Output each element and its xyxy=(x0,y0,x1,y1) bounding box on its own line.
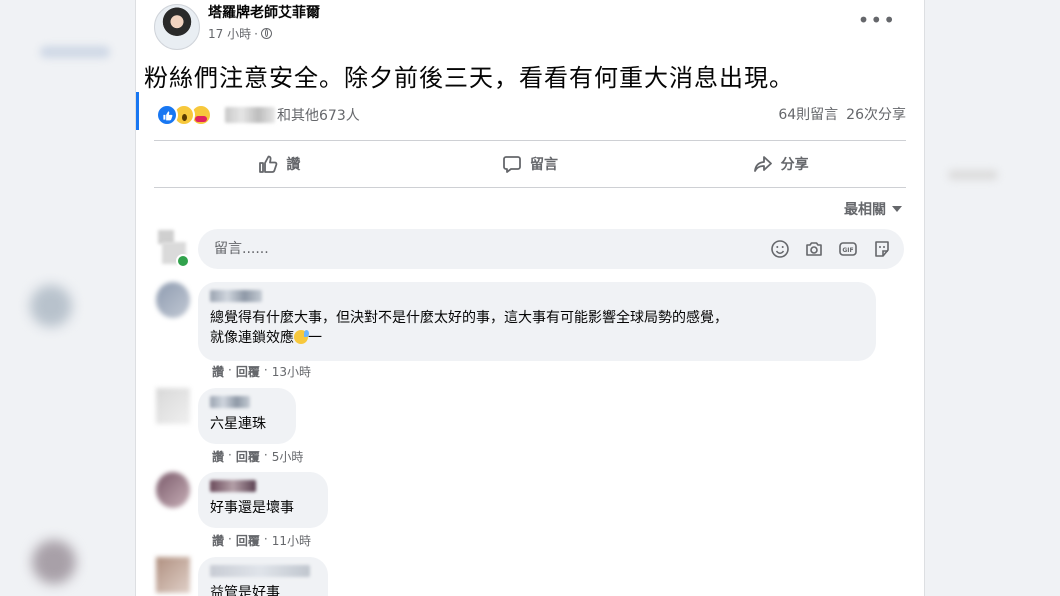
sort-label: 最相關 xyxy=(844,202,886,218)
action-separator: · xyxy=(263,363,268,377)
meta-separator: · xyxy=(254,26,258,41)
comment-like-button[interactable]: 讚 xyxy=(212,363,224,380)
post-text: 粉絲們注意安全。除夕前後三天，看看有何重大消息出現。 xyxy=(144,64,794,92)
more-options-button[interactable]: ••• xyxy=(858,8,896,32)
action-separator: · xyxy=(263,532,268,546)
like-reaction-icon xyxy=(156,104,178,126)
commenter-avatar[interactable] xyxy=(156,388,190,424)
action-separator: · xyxy=(228,532,232,546)
post-card: 塔羅牌老師艾菲爾 17 小時 · ••• 粉絲們注意安全。除夕前後三天，看看有何… xyxy=(135,0,925,596)
background-blur xyxy=(40,46,110,58)
comment-like-button[interactable]: 讚 xyxy=(212,448,224,465)
background-avatar-blur xyxy=(32,540,76,584)
comment-bubble: 六星連珠 xyxy=(198,388,296,444)
comment-bubble: 益管是好事 xyxy=(198,557,328,596)
like-button[interactable]: 讚 xyxy=(154,142,405,186)
reactions-summary[interactable]: 和其他673人 xyxy=(156,104,360,126)
comment-bubble-icon xyxy=(503,156,521,173)
thumbs-up-icon xyxy=(259,155,278,173)
commenter-name[interactable] xyxy=(210,565,310,577)
comment-actions: 讚 · 回覆 · 11小時 xyxy=(212,532,311,549)
commenter-name[interactable] xyxy=(210,396,250,408)
share-button[interactable]: 分享 xyxy=(655,142,906,186)
comment-text-tail: 一 xyxy=(308,330,322,346)
sweat-smile-emoji-icon xyxy=(294,330,309,344)
share-arrow-icon xyxy=(753,156,772,172)
emoji-icon[interactable] xyxy=(770,239,790,259)
svg-text:GIF: GIF xyxy=(842,247,853,254)
comment-reply-button[interactable]: 回覆 xyxy=(236,363,260,380)
comment-bubble: 好事還是壞事 xyxy=(198,472,328,528)
comment-text: 六星連珠 xyxy=(210,416,266,432)
comment-input[interactable] xyxy=(212,240,770,258)
post-stats: 64則留言 26次分享 xyxy=(778,104,906,124)
comment-actions: 讚 · 回覆 · 13小時 xyxy=(212,363,311,380)
current-user-avatar[interactable] xyxy=(156,230,190,268)
accent-bar xyxy=(136,92,139,130)
background-avatar-blur xyxy=(30,285,72,327)
comment-actions: 讚 · 回覆 · 5小時 xyxy=(212,448,303,465)
comments-count[interactable]: 64則留言 xyxy=(778,104,838,124)
comment-text: 總覺得有什麼大事，但決對不是什麼太好的事，這大事有可能影響全球局勢的感覺， 就像… xyxy=(210,308,864,348)
sticker-icon[interactable] xyxy=(872,239,892,259)
comment-sort-dropdown[interactable]: 最相關 xyxy=(844,199,902,219)
comment-time[interactable]: 13小時 xyxy=(272,363,311,380)
composer-tools: GIF xyxy=(770,239,904,259)
action-separator: · xyxy=(228,448,232,462)
blurred-reactor-name xyxy=(225,107,275,123)
comment-text-line: 總覺得有什麼大事，但決對不是什麼太好的事，這大事有可能影響全球局勢的感覺， xyxy=(210,310,728,326)
reactions-count[interactable]: 和其他673人 xyxy=(277,105,360,125)
caret-down-icon xyxy=(892,206,902,212)
action-bar: 讚 留言 分享 xyxy=(154,142,906,186)
commenter-name[interactable] xyxy=(210,480,256,492)
author-avatar[interactable] xyxy=(154,4,200,50)
divider xyxy=(154,140,906,141)
commenter-avatar[interactable] xyxy=(156,472,190,508)
comment-text-line: 就像連鎖效應 xyxy=(210,330,294,346)
gif-icon[interactable]: GIF xyxy=(838,239,858,259)
online-status-icon xyxy=(176,254,190,268)
comment-bubble: 總覺得有什麼大事，但決對不是什麼太好的事，這大事有可能影響全球局勢的感覺， 就像… xyxy=(198,282,876,361)
divider xyxy=(154,187,906,188)
comment-button[interactable]: 留言 xyxy=(405,142,656,186)
comment-like-button[interactable]: 讚 xyxy=(212,532,224,549)
share-label: 分享 xyxy=(780,157,809,173)
post-meta: 17 小時 · xyxy=(208,25,272,42)
shares-count[interactable]: 26次分享 xyxy=(846,104,906,124)
background-blur xyxy=(948,170,998,180)
comment-text: 益管是好事 xyxy=(210,585,280,596)
action-separator: · xyxy=(263,448,268,462)
camera-icon[interactable] xyxy=(804,239,824,259)
comment-time[interactable]: 5小時 xyxy=(272,448,304,465)
commenter-avatar[interactable] xyxy=(156,557,190,593)
comment-time[interactable]: 11小時 xyxy=(272,532,311,549)
post-time[interactable]: 17 小時 xyxy=(208,25,251,42)
action-separator: · xyxy=(228,363,232,377)
comment-reply-button[interactable]: 回覆 xyxy=(236,448,260,465)
commenter-name[interactable] xyxy=(210,290,262,302)
comment-text: 好事還是壞事 xyxy=(210,500,294,516)
like-label: 讚 xyxy=(286,157,301,173)
comment-label: 留言 xyxy=(530,157,558,173)
public-globe-icon[interactable] xyxy=(260,28,272,39)
commenter-avatar[interactable] xyxy=(156,282,190,318)
comment-composer: GIF xyxy=(198,229,904,269)
comment-reply-button[interactable]: 回覆 xyxy=(236,532,260,549)
author-name[interactable]: 塔羅牌老師艾菲爾 xyxy=(208,2,320,22)
